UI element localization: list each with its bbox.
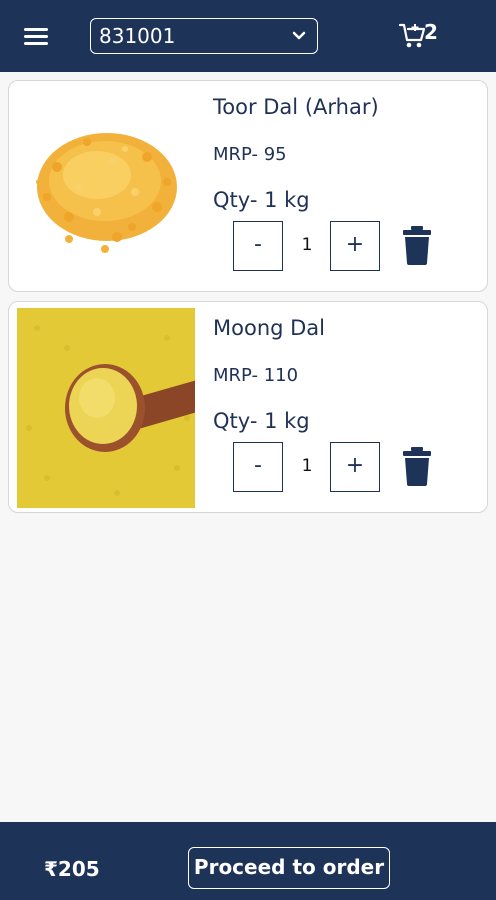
pincode-value: 831001 xyxy=(99,24,176,48)
cart-button[interactable]: 2 xyxy=(398,18,446,54)
product-name: Moong Dal xyxy=(213,316,326,340)
proceed-to-order-button[interactable]: Proceed to order xyxy=(188,847,390,889)
product-mrp: MRP- 95 xyxy=(213,144,287,165)
increase-quantity-button[interactable]: + xyxy=(330,221,380,271)
product-qty-label: Qty- 1 kg xyxy=(213,409,310,433)
menu-icon[interactable] xyxy=(24,28,48,46)
cart-count-badge: 2 xyxy=(424,20,438,44)
checkout-footer: ₹205 Proceed to order xyxy=(0,822,496,900)
product-qty-label: Qty- 1 kg xyxy=(213,188,310,212)
trash-icon[interactable] xyxy=(402,225,432,265)
chevron-down-icon xyxy=(292,31,306,40)
cart-item-card: Moong Dal MRP- 110 Qty- 1 kg - 1 + xyxy=(8,301,488,513)
quantity-value: 1 xyxy=(301,235,313,255)
increase-quantity-button[interactable]: + xyxy=(330,442,380,492)
trash-icon[interactable] xyxy=(402,446,432,486)
cart-item-card: Toor Dal (Arhar) MRP- 95 Qty- 1 kg - 1 + xyxy=(8,80,488,292)
product-image-toor-dal xyxy=(17,87,195,287)
decrease-quantity-button[interactable]: - xyxy=(233,221,283,271)
product-image-moong-dal xyxy=(17,308,195,508)
product-mrp: MRP- 110 xyxy=(213,365,299,386)
quantity-value: 1 xyxy=(301,456,313,476)
cart-add-icon xyxy=(398,23,426,48)
app-header: 831001 2 xyxy=(0,0,496,72)
pincode-select[interactable]: 831001 xyxy=(90,18,318,54)
decrease-quantity-button[interactable]: - xyxy=(233,442,283,492)
cart-total: ₹205 xyxy=(44,857,100,881)
product-name: Toor Dal (Arhar) xyxy=(213,95,379,119)
